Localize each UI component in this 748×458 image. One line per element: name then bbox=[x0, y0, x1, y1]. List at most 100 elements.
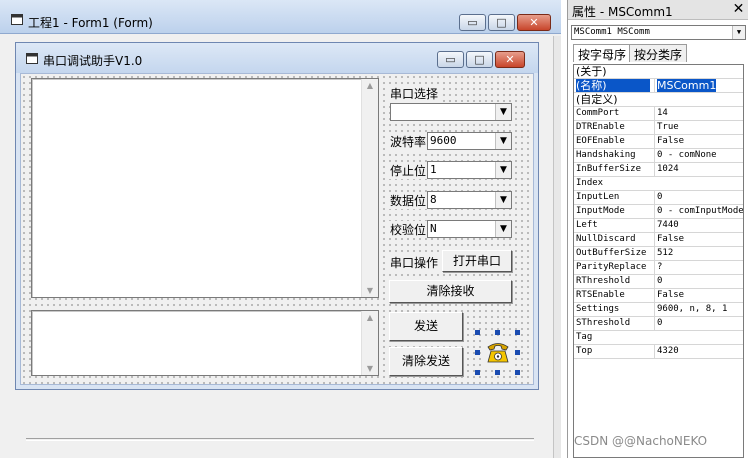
property-value-text: 9600, n, 8, 1 bbox=[657, 304, 728, 314]
property-value[interactable]: False bbox=[654, 233, 743, 246]
property-row[interactable]: (自定义) bbox=[574, 93, 743, 107]
property-value[interactable]: False bbox=[654, 135, 743, 148]
ide-maximize-button[interactable]: □ bbox=[488, 14, 515, 31]
ide-horizontal-scrollbar[interactable] bbox=[26, 438, 534, 441]
property-row[interactable]: SThreshold 0 bbox=[574, 317, 743, 331]
data-bits-combo[interactable]: 8 ▼ bbox=[427, 191, 512, 209]
property-name: NullDiscard bbox=[576, 234, 636, 244]
send-scrollbar[interactable]: ▲ ▼ bbox=[361, 311, 378, 375]
property-row[interactable]: NullDiscard False bbox=[574, 233, 743, 247]
scroll-up-icon[interactable]: ▲ bbox=[362, 81, 378, 90]
resize-handle[interactable] bbox=[515, 330, 520, 335]
property-value[interactable]: 14 bbox=[654, 107, 743, 120]
property-value[interactable]: 9600, n, 8, 1 bbox=[654, 303, 743, 316]
scroll-down-icon[interactable]: ▼ bbox=[362, 286, 378, 295]
property-name: (自定义) bbox=[576, 93, 618, 106]
form-title-bar[interactable]: 串口调试助手V1.0 ▭ □ ✕ bbox=[16, 43, 538, 73]
property-row[interactable]: InputMode 0 - comInputMode bbox=[574, 205, 743, 219]
parity-combo[interactable]: N ▼ bbox=[427, 220, 512, 238]
form-window[interactable]: 串口调试助手V1.0 ▭ □ ✕ ▲ ▼ ▲ ▼ 串口选择 ▼ 波特率 9600… bbox=[15, 42, 539, 390]
form-close-button[interactable]: ✕ bbox=[495, 51, 525, 68]
property-value[interactable]: 512 bbox=[654, 247, 743, 260]
property-row[interactable]: CommPort 14 bbox=[574, 107, 743, 121]
property-row[interactable]: Handshaking 0 - comNone bbox=[574, 149, 743, 163]
ide-close-button[interactable]: ✕ bbox=[517, 14, 551, 31]
form-minimize-button[interactable]: ▭ bbox=[437, 51, 464, 68]
property-row[interactable]: InBufferSize 1024 bbox=[574, 163, 743, 177]
ide-form-designer-window: 工程1 - Form1 (Form) ▭ □ ✕ 串口调试助手V1.0 ▭ □ … bbox=[0, 0, 561, 458]
resize-handle[interactable] bbox=[475, 330, 480, 335]
receive-textbox[interactable]: ▲ ▼ bbox=[31, 78, 379, 298]
receive-scrollbar[interactable]: ▲ ▼ bbox=[361, 79, 378, 297]
property-row[interactable]: EOFEnable False bbox=[574, 135, 743, 149]
property-row[interactable]: RThreshold 0 bbox=[574, 275, 743, 289]
send-button[interactable]: 发送 bbox=[389, 312, 463, 341]
close-icon[interactable]: ✕ bbox=[730, 2, 747, 18]
chevron-down-icon[interactable]: ▼ bbox=[495, 192, 511, 208]
property-value[interactable]: 4320 bbox=[654, 345, 743, 358]
property-value[interactable]: False bbox=[654, 289, 743, 302]
tab-alphabetic[interactable]: 按字母序 bbox=[573, 44, 632, 62]
property-row[interactable]: Settings 9600, n, 8, 1 bbox=[574, 303, 743, 317]
properties-title-bar[interactable]: 属性 - MSComm1 ✕ bbox=[568, 0, 748, 20]
property-value[interactable]: 0 bbox=[654, 317, 743, 330]
property-value-text: 0 bbox=[657, 276, 663, 286]
tab-categorized[interactable]: 按分类序 bbox=[629, 44, 688, 62]
resize-handle[interactable] bbox=[515, 350, 520, 355]
property-value[interactable]: ? bbox=[654, 261, 743, 274]
property-value[interactable]: 1024 bbox=[654, 163, 743, 176]
clear-receive-button[interactable]: 清除接收 bbox=[389, 280, 512, 303]
property-row[interactable]: InputLen 0 bbox=[574, 191, 743, 205]
property-value[interactable]: 0 - comNone bbox=[654, 149, 743, 162]
stop-bits-combo[interactable]: 1 ▼ bbox=[427, 161, 512, 179]
property-value[interactable]: 0 - comInputMode bbox=[654, 205, 743, 218]
clear-send-button[interactable]: 清除发送 bbox=[389, 347, 463, 376]
data-bits-label: 数据位 bbox=[389, 192, 428, 209]
object-selector[interactable]: MSComm1 MSComm ▼ bbox=[571, 25, 746, 40]
property-value-text: 4320 bbox=[657, 346, 679, 356]
property-row[interactable]: DTREnable True bbox=[574, 121, 743, 135]
property-row[interactable]: (关于) bbox=[574, 65, 743, 79]
form-icon bbox=[11, 14, 23, 25]
property-name: Settings bbox=[576, 304, 620, 314]
property-value-text: False bbox=[657, 234, 685, 244]
chevron-down-icon[interactable]: ▼ bbox=[495, 221, 511, 237]
baud-rate-combo[interactable]: 9600 ▼ bbox=[427, 132, 512, 150]
mscomm-control[interactable] bbox=[475, 330, 520, 375]
property-row[interactable]: OutBufferSize 512 bbox=[574, 247, 743, 261]
property-row[interactable]: Top 4320 bbox=[574, 345, 743, 359]
open-port-button[interactable]: 打开串口 bbox=[442, 250, 512, 272]
chevron-down-icon[interactable]: ▼ bbox=[495, 162, 511, 178]
resize-handle[interactable] bbox=[475, 350, 480, 355]
property-value[interactable]: True bbox=[654, 121, 743, 134]
property-value[interactable]: 0 bbox=[654, 275, 743, 288]
chevron-down-icon[interactable]: ▼ bbox=[732, 26, 745, 39]
property-value[interactable]: 7440 bbox=[654, 219, 743, 232]
resize-handle[interactable] bbox=[515, 370, 520, 375]
chevron-down-icon[interactable]: ▼ bbox=[495, 104, 511, 120]
property-row[interactable]: ParityReplace? bbox=[574, 261, 743, 275]
property-row[interactable]: Tag bbox=[574, 331, 743, 345]
send-textbox[interactable]: ▲ ▼ bbox=[31, 310, 379, 376]
scroll-up-icon[interactable]: ▲ bbox=[362, 313, 378, 322]
stop-bits-value: 1 bbox=[430, 163, 437, 176]
ide-minimize-button[interactable]: ▭ bbox=[459, 14, 486, 31]
resize-handle[interactable] bbox=[475, 370, 480, 375]
property-value[interactable]: MSComm1 bbox=[654, 79, 743, 92]
property-row[interactable]: RTSEnable False bbox=[574, 289, 743, 303]
property-value-text: False bbox=[657, 136, 685, 146]
ide-title-bar[interactable]: 工程1 - Form1 (Form) ▭ □ ✕ bbox=[0, 0, 561, 34]
chevron-down-icon[interactable]: ▼ bbox=[495, 133, 511, 149]
resize-handle[interactable] bbox=[495, 370, 500, 375]
ide-vertical-scrollbar[interactable] bbox=[553, 36, 561, 458]
property-name: (名称) bbox=[576, 79, 650, 92]
form-maximize-button[interactable]: □ bbox=[466, 51, 493, 68]
port-combo[interactable]: ▼ bbox=[390, 103, 512, 121]
scroll-down-icon[interactable]: ▼ bbox=[362, 364, 378, 373]
property-row[interactable]: (名称) MSComm1 bbox=[574, 79, 743, 93]
property-row[interactable]: Left 7440 bbox=[574, 219, 743, 233]
property-value-text: 0 - comNone bbox=[657, 150, 717, 160]
resize-handle[interactable] bbox=[495, 330, 500, 335]
property-row[interactable]: Index bbox=[574, 177, 743, 191]
property-value[interactable]: 0 bbox=[654, 191, 743, 204]
